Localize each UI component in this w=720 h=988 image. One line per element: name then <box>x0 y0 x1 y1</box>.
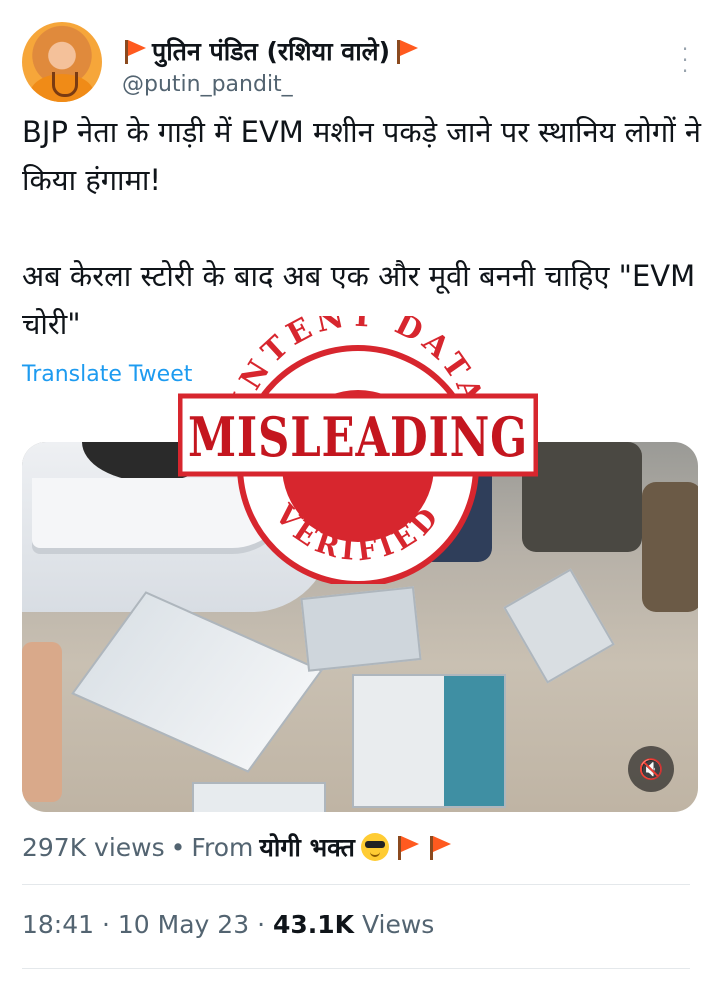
saffron-flag-icon <box>427 834 453 860</box>
video-machine <box>192 782 326 812</box>
display-name[interactable]: पुतिन पंडित (रशिया वाले) <box>152 34 390 68</box>
video-person <box>22 642 62 802</box>
user-handle[interactable]: @putin_pandit_ <box>122 72 293 97</box>
saffron-flag-icon <box>394 38 420 64</box>
video-machine <box>71 591 323 773</box>
separator: • <box>170 832 186 862</box>
saffron-flag-icon <box>122 38 148 64</box>
saffron-flag-icon <box>395 834 421 860</box>
video-views-row: 297K views • From योगी भक्त <box>22 830 453 864</box>
misleading-stamp: INTENT DATA VERIFIED MISLEADING <box>178 316 538 584</box>
video-views: 297K views <box>22 832 165 862</box>
avatar[interactable] <box>22 22 102 102</box>
video-machine <box>503 568 615 684</box>
stamp-middle-text: MISLEADING <box>188 405 528 469</box>
divider <box>22 968 690 969</box>
speaker-muted-icon[interactable]: 🔇 <box>628 746 674 792</box>
separator: · <box>102 910 110 939</box>
vertical-ellipsis-icon[interactable]: · · · <box>680 39 690 81</box>
display-name-row[interactable]: पुतिन पंडित (रशिया वाले) <box>122 34 420 68</box>
views-label: Views <box>361 910 435 939</box>
video-machine <box>300 586 422 672</box>
video-person <box>522 442 642 552</box>
tweet-text: BJP नेता के गाड़ी में EVM मशीन पकड़े जान… <box>22 115 702 341</box>
tweet-date[interactable]: 10 May 23 <box>118 910 249 939</box>
tweet-header: पुतिन पंडित (रशिया वाले) @putin_pandit_ … <box>22 22 698 102</box>
separator: · <box>257 910 266 939</box>
views-count[interactable]: 43.1K <box>273 910 354 939</box>
tweet-time[interactable]: 18:41 <box>22 910 94 939</box>
translate-tweet-link[interactable]: Translate Tweet <box>22 362 192 387</box>
sunglasses-emoji-icon <box>360 833 389 861</box>
from-label: From <box>191 832 254 862</box>
tweet-meta-row: 18:41 · 10 May 23 · 43.1K Views <box>22 910 434 939</box>
divider <box>22 884 690 885</box>
from-name[interactable]: योगी भक्त <box>259 830 354 864</box>
video-machine <box>352 674 506 808</box>
video-person <box>642 482 698 612</box>
